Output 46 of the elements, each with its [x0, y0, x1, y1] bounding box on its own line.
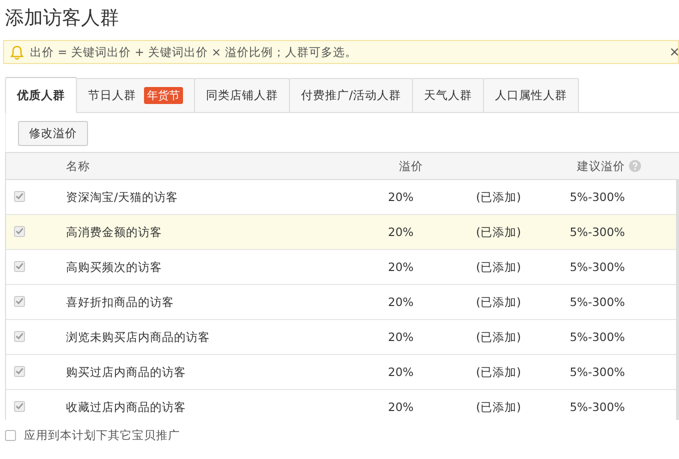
checkbox[interactable]: [5, 430, 16, 441]
table-cell-text: 高购买频次的访客: [66, 260, 163, 274]
tab-badge: 年货节: [144, 87, 183, 104]
notice-text: 出价 = 关键词出价 + 关键词出价 × 溢价比例；人群可多选。: [30, 44, 358, 60]
table-cell-text: (已添加): [476, 224, 522, 240]
table-cell-text: (已添加): [476, 260, 522, 274]
table-cell-text: 浏览未购买店内商品的访客: [66, 330, 211, 344]
table-cell-text: 资深淘宝/天猫的访客: [66, 190, 179, 204]
table-cell-text: (已添加): [476, 364, 522, 380]
table-cell-text: 20%: [387, 400, 415, 414]
table-cell: 5%-300%: [570, 260, 625, 274]
table-cell-text: (已添加): [476, 294, 522, 310]
table-cell-text: (已添加): [476, 190, 522, 204]
bell-icon: [10, 44, 24, 60]
table-cell-text: 收藏过店内商品的访客: [66, 400, 187, 414]
table-cell: 5%-300%: [570, 295, 625, 309]
edit-premium-button[interactable]: 修改溢价: [18, 121, 88, 146]
tab[interactable]: 付费推广/活动人群: [289, 78, 413, 112]
table-cell: 5%-300%: [570, 400, 625, 414]
table-cell: 5%-300%: [570, 365, 625, 379]
page-title: 添加访客人群: [4, 6, 120, 31]
table-cell-text: 购买过店内商品的访客: [66, 364, 187, 380]
table-cell-text: 20%: [387, 365, 415, 379]
checkbox-label: 应用到本计划下其它宝贝推广: [24, 428, 180, 443]
tab[interactable]: 节日人群 年货节: [76, 78, 195, 112]
tab[interactable]: 人口属性人群: [482, 78, 579, 112]
table-cell-text: 20%: [387, 225, 415, 239]
table-cell-text: 喜好折扣商品的访客: [66, 294, 175, 310]
table-cell: 5%-300%: [570, 190, 625, 204]
close-icon[interactable]: ×: [669, 44, 679, 60]
column-header: 建议溢价: [577, 158, 625, 174]
table-cell-text: (已添加): [476, 330, 522, 344]
column-header: 名称: [66, 158, 91, 174]
table-cell-text: 高消费金额的访客: [66, 224, 163, 240]
table-cell-text: 20%: [387, 260, 415, 274]
table-cell-text: 20%: [387, 295, 415, 309]
tab[interactable]: 天气人群: [412, 78, 484, 112]
tab[interactable]: 同类店铺人群: [194, 78, 290, 112]
column-header: 溢价: [398, 158, 423, 172]
table-cell: 5%-300%: [570, 330, 625, 344]
table-cell-text: (已添加): [476, 400, 522, 414]
table-cell-text: 20%: [387, 190, 415, 204]
help-icon: [629, 160, 641, 172]
table-cell-text: 20%: [387, 330, 415, 344]
table-cell: 5%-300%: [570, 225, 625, 239]
tab[interactable]: 优质人群: [5, 77, 77, 113]
